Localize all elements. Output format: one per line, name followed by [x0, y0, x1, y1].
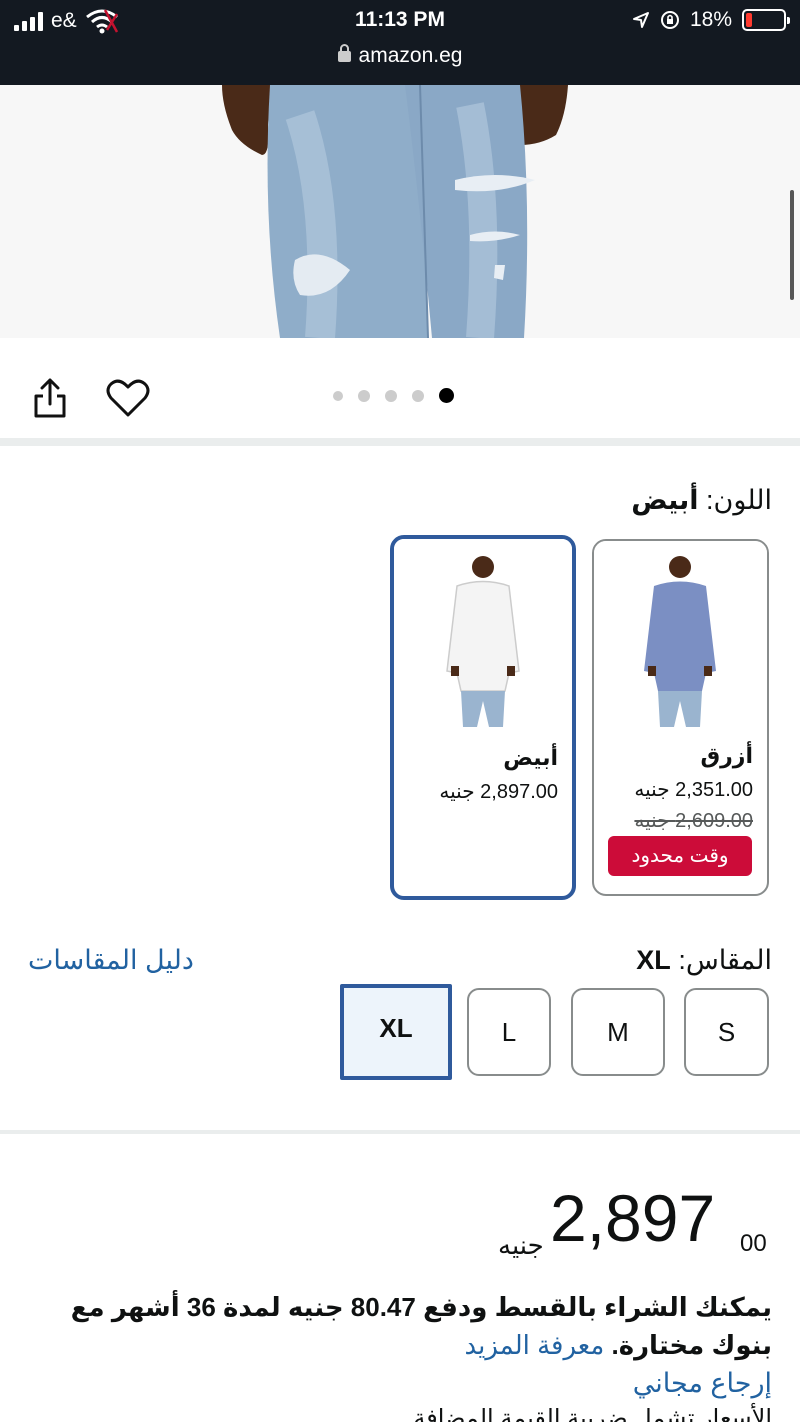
pagination-dot[interactable] — [412, 389, 424, 402]
status-bar: e& 11:13 PM 18% amazon.eg — [0, 0, 800, 85]
pagination-dot[interactable] — [385, 389, 397, 402]
price-currency: جنيه — [498, 1230, 544, 1260]
vat-note: الأسعار تشمل ضريبة القيمة المضافة — [413, 1405, 772, 1422]
lock-icon — [337, 44, 351, 62]
swatch-photo-blue — [594, 541, 767, 731]
section-divider — [0, 1130, 800, 1134]
pagination-dot[interactable] — [333, 390, 343, 401]
color-label: اللون: أبيض — [631, 485, 772, 515]
price-whole: 2,897 — [550, 1181, 716, 1255]
swatch-old-price: 2,609.00 جنيه — [634, 810, 753, 832]
installment-info: يمكنك الشراء بالقسط ودفع 80.47 جنيه لمدة… — [12, 1288, 772, 1364]
color-swatch-blue[interactable]: أزرق 2,351.00 جنيه 2,609.00 جنيه وقت محد… — [592, 539, 769, 896]
swatch-name: أزرق — [700, 743, 753, 768]
rotation-lock-icon — [660, 11, 679, 29]
size-guide-link[interactable]: دليل المقاسات — [28, 945, 194, 976]
status-right: 18% — [632, 8, 790, 32]
pagination-dot[interactable] — [358, 389, 370, 402]
battery-percent: 18% — [689, 8, 732, 31]
size-button-xl[interactable]: XL — [340, 984, 452, 1080]
heart-icon[interactable] — [106, 378, 150, 418]
product-image[interactable] — [0, 85, 800, 338]
scroll-indicator — [790, 190, 794, 300]
selected-size: XL — [636, 945, 671, 975]
selected-color: أبيض — [631, 485, 699, 515]
size-button-l[interactable]: L — [467, 988, 551, 1076]
swatch-photo-white — [394, 539, 572, 733]
share-icon[interactable] — [30, 376, 70, 420]
price-fraction: 00 — [740, 1230, 767, 1257]
size-button-s[interactable]: S — [684, 988, 769, 1076]
image-action-row — [0, 338, 800, 438]
jeans-photo — [0, 85, 800, 338]
battery-icon — [742, 9, 790, 31]
size-button-m[interactable]: M — [571, 988, 665, 1076]
location-arrow-icon — [632, 12, 649, 28]
free-return-link[interactable]: إرجاع مجاني — [633, 1368, 772, 1399]
size-label: المقاس: XL — [636, 945, 772, 975]
pagination-dot-active[interactable] — [439, 388, 454, 403]
swatch-price: 2,351.00 جنيه — [634, 779, 753, 801]
learn-more-link[interactable]: معرفة المزيد — [464, 1330, 604, 1360]
swatch-name: أبيض — [503, 745, 558, 770]
installment-text: يمكنك الشراء بالقسط ودفع 80.47 جنيه لمدة… — [70, 1292, 772, 1360]
limited-deal-badge: وقت محدود — [608, 836, 752, 876]
section-divider — [0, 438, 800, 446]
swatch-price: 2,897.00 جنيه — [439, 781, 558, 803]
url-text: amazon.eg — [358, 44, 463, 67]
image-pagination — [333, 388, 454, 403]
address-bar[interactable]: amazon.eg — [0, 44, 800, 68]
product-price: جنيه 2,897 00 — [498, 1180, 778, 1260]
color-swatch-white[interactable]: أبيض 2,897.00 جنيه — [390, 535, 576, 900]
